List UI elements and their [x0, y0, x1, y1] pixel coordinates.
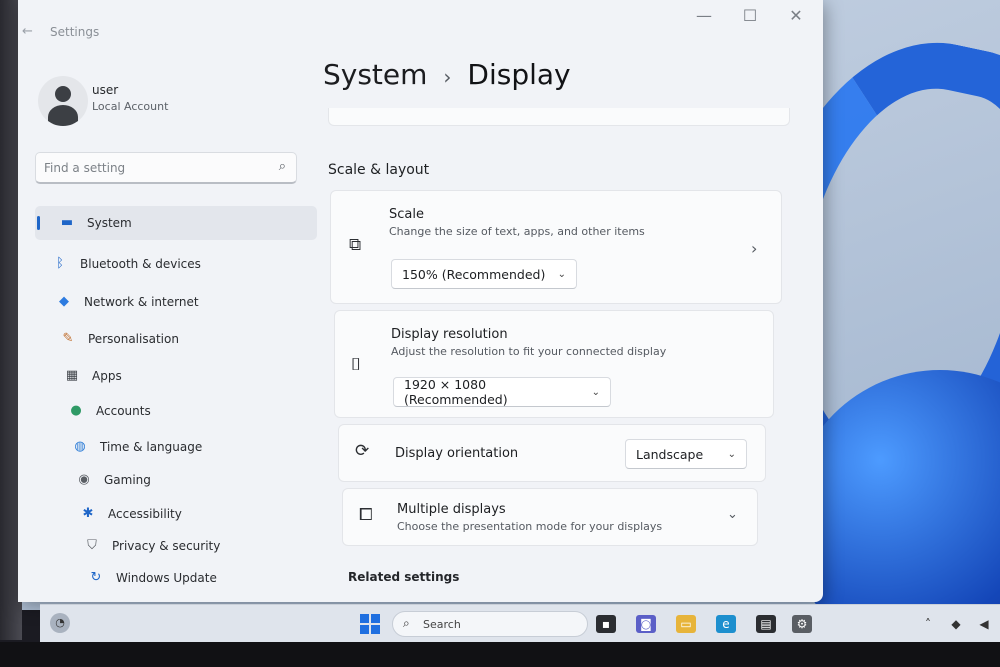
scale-icon: ⧉ [349, 235, 362, 255]
sidebar-item-time-language[interactable]: ◍ Time & language [72, 430, 292, 464]
resolution-value: 1920 × 1080 (Recommended) [404, 377, 508, 407]
sidebar-item-label: Bluetooth & devices [80, 257, 201, 271]
multiple-displays-icon: ⧠ [359, 505, 373, 525]
related-settings-heading: Related settings [348, 570, 460, 584]
close-button[interactable]: ✕ [776, 4, 816, 28]
sidebar-item-label: Apps [92, 369, 122, 383]
sidebar-item-label: Privacy & security [112, 539, 221, 553]
resolution-dropdown[interactable]: 1920 × 1080 (Recommended) ⌄ [393, 377, 611, 407]
settings-window: ← Settings — ☐ ✕ user Local Account Find… [18, 0, 823, 602]
sidebar-item-apps[interactable]: ▦ Apps [64, 359, 292, 393]
sidebar-item-label: Personalisation [88, 332, 179, 346]
orientation-icon: ⟳ [355, 441, 370, 461]
sidebar-item-gaming[interactable]: ◉ Gaming [76, 463, 292, 497]
breadcrumb-separator-icon: › [443, 65, 452, 89]
apps-icon: ▦ [65, 368, 79, 383]
search-placeholder: Find a setting [44, 161, 126, 175]
chat-icon[interactable]: ◙ [636, 615, 656, 633]
multiple-displays-card[interactable]: ⧠ Multiple displays Choose the presentat… [342, 488, 758, 546]
section-title: Scale & layout [328, 162, 430, 178]
person-head-icon [55, 86, 71, 102]
active-indicator [37, 216, 40, 230]
accessibility-icon: ✱ [82, 506, 94, 521]
chevron-down-icon: ⌄ [591, 386, 600, 398]
avatar[interactable] [38, 76, 88, 126]
person-body-icon [48, 105, 78, 126]
brush-icon: ✎ [62, 331, 74, 346]
update-icon: ↻ [90, 570, 102, 585]
back-arrow-icon[interactable]: ← [22, 24, 38, 39]
sidebar-item-network-internet[interactable]: ◆ Network & internet [56, 285, 292, 319]
sidebar-item-bluetooth-devices[interactable]: ᛒ Bluetooth & devices [52, 247, 292, 281]
display-orientation-card[interactable]: ⟳ Display orientation Landscape ⌄ [338, 424, 766, 482]
sidebar-item-windows-update[interactable]: ↻ Windows Update [88, 561, 292, 595]
screen-bezel-bottom [0, 642, 1000, 667]
chevron-down-icon[interactable]: ⌄ [727, 507, 738, 522]
search-input[interactable]: Find a setting ⌕ [35, 152, 297, 184]
display-resolution-title: Display resolution [391, 327, 508, 342]
sidebar-item-system[interactable]: ▬ System [35, 206, 317, 240]
taskbar-search-label: Search [423, 618, 461, 631]
settings-icon[interactable]: ⚙ [792, 615, 812, 633]
scale-card[interactable]: ⧉ Scale Change the size of text, apps, a… [330, 190, 782, 304]
person-icon: ● [70, 403, 82, 418]
start-button[interactable] [360, 614, 380, 634]
monitor-icon: ▬ [60, 215, 74, 230]
sidebar-item-privacy-security[interactable]: ⛉ Privacy & security [84, 529, 292, 563]
file-explorer-icon[interactable]: ▭ [676, 615, 696, 633]
wifi-icon: ◆ [59, 294, 69, 309]
chevron-right-icon[interactable]: › [751, 239, 757, 258]
orientation-value: Landscape [636, 446, 704, 462]
bluetooth-icon: ᛒ [56, 256, 64, 271]
sidebar-item-accounts[interactable]: ● Accounts [68, 394, 292, 428]
gamepad-icon: ◉ [78, 472, 90, 487]
sidebar-item-label: Network & internet [84, 295, 199, 309]
globe-icon: ◍ [74, 439, 86, 454]
sidebar-item-personalisation[interactable]: ✎ Personalisation [60, 322, 292, 356]
search-icon: ⌕ [403, 616, 410, 630]
shield-icon: ⛉ [87, 538, 97, 553]
sidebar-item-label: System [87, 216, 132, 230]
chevron-down-icon: ⌄ [557, 268, 566, 280]
sidebar-item-accessibility[interactable]: ✱ Accessibility [80, 497, 292, 531]
chevron-down-icon: ⌄ [727, 448, 736, 460]
edge-icon[interactable]: e [716, 615, 736, 633]
taskbar: ◔ ⌕ Search ▪ ◙ ▭ e ▤ ⚙ ˄ ◆ ◀ [40, 604, 1000, 642]
title-bar: ← Settings — ☐ ✕ [18, 0, 823, 60]
previous-card-bottom[interactable] [328, 108, 790, 126]
scale-dropdown[interactable]: 150% (Recommended) ⌄ [391, 259, 577, 289]
display-resolution-card[interactable]: ⌷ Display resolution Adjust the resoluti… [334, 310, 774, 418]
multiple-displays-title: Multiple displays [397, 502, 506, 517]
resolution-icon: ⌷ [351, 355, 362, 375]
volume-icon[interactable]: ◀ [974, 615, 994, 633]
sidebar-item-label: Time & language [100, 440, 203, 454]
tray-chevron-icon[interactable]: ˄ [918, 615, 938, 633]
display-resolution-subtitle: Adjust the resolution to fit your connec… [391, 345, 667, 358]
display-orientation-title: Display orientation [395, 446, 519, 461]
store-icon[interactable]: ▤ [756, 615, 776, 633]
sidebar-item-label: Gaming [104, 473, 151, 487]
sidebar-item-label: Accounts [96, 404, 151, 418]
taskbar-search[interactable]: ⌕ Search [392, 611, 588, 637]
breadcrumb-parent[interactable]: System [323, 58, 427, 91]
page-title: Display [467, 58, 571, 91]
scale-value: 150% (Recommended) [402, 266, 546, 282]
network-icon[interactable]: ◆ [946, 615, 966, 633]
minimize-button[interactable]: — [684, 4, 724, 28]
widgets-icon[interactable]: ◔ [50, 613, 70, 633]
profile-name: user [92, 83, 119, 97]
multiple-displays-subtitle: Choose the presentation mode for your di… [397, 520, 663, 533]
sidebar-item-label: Windows Update [116, 571, 217, 585]
scale-subtitle: Change the size of text, apps, and other… [389, 225, 645, 238]
search-icon[interactable]: ⌕ [279, 159, 286, 174]
breadcrumb: System › Display [323, 58, 571, 91]
app-title: Settings [50, 25, 100, 39]
task-view-icon[interactable]: ▪ [596, 615, 616, 633]
maximize-button[interactable]: ☐ [730, 4, 770, 28]
scale-title: Scale [389, 207, 424, 222]
orientation-dropdown[interactable]: Landscape ⌄ [625, 439, 747, 469]
sidebar-item-label: Accessibility [108, 507, 182, 521]
profile-account-type: Local Account [92, 100, 169, 113]
